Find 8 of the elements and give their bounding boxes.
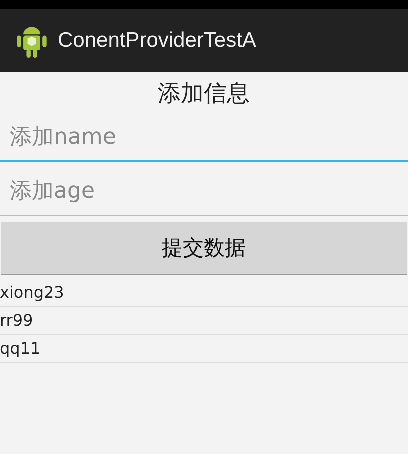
list-item[interactable]: qq11 — [0, 339, 41, 358]
input-field[interactable]: 添加name — [0, 114, 408, 162]
list-item[interactable]: xiong23 — [0, 283, 64, 302]
heading: 添加信息 — [157, 80, 251, 109]
input-field[interactable]: 添加age — [0, 168, 408, 216]
list-item[interactable]: rr99 — [0, 311, 34, 330]
app-title: ConentProviderTestA — [58, 28, 256, 52]
submit-button[interactable]: 提交数据 — [1, 222, 407, 275]
